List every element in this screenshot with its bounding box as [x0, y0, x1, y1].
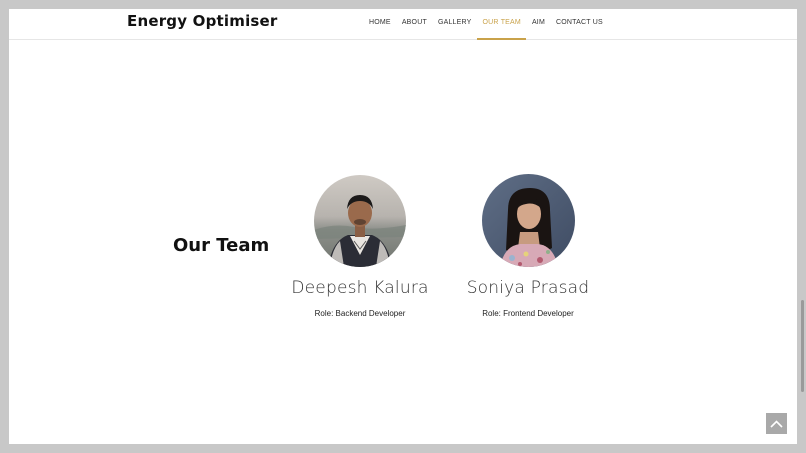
- nav-our-team[interactable]: OUR TEAM: [477, 9, 527, 40]
- section-title: Our Team: [173, 235, 270, 256]
- member-role: Role: Frontend Developer: [482, 309, 574, 318]
- brand-logo[interactable]: Energy Optimiser: [127, 12, 278, 30]
- scroll-to-top-button[interactable]: [766, 413, 787, 434]
- team-member-card: Deepesh Kalura Role: Backend Developer: [275, 175, 445, 318]
- nav-home[interactable]: HOME: [364, 9, 396, 39]
- team-member-card: Soniya Prasad Role: Frontend Developer: [443, 174, 613, 318]
- main-nav: HOME ABOUT GALLERY OUR TEAM AIM CONTACT …: [364, 9, 608, 40]
- nav-about[interactable]: ABOUT: [396, 9, 432, 39]
- site-header: Energy Optimiser HOME ABOUT GALLERY OUR …: [9, 9, 797, 40]
- avatar-photo: [481, 174, 575, 267]
- chevron-up-icon: [770, 419, 783, 428]
- nav-aim[interactable]: AIM: [526, 9, 550, 39]
- member-avatar: [314, 175, 406, 267]
- member-role: Role: Backend Developer: [314, 309, 406, 318]
- page-frame: Energy Optimiser HOME ABOUT GALLERY OUR …: [9, 9, 797, 444]
- nav-contact-us[interactable]: CONTACT US: [550, 9, 608, 39]
- member-name: Soniya Prasad: [466, 278, 590, 298]
- member-avatar: [481, 174, 575, 267]
- page-scrollbar[interactable]: [801, 300, 804, 392]
- member-name: Deepesh Kalura: [291, 278, 429, 298]
- avatar-photo: [314, 175, 406, 267]
- nav-gallery[interactable]: GALLERY: [432, 9, 477, 39]
